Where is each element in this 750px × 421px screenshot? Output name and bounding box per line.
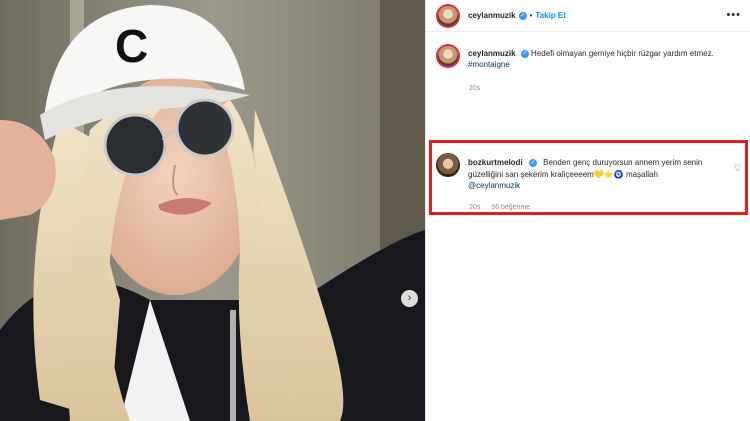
commenter-avatar[interactable] (436, 153, 460, 177)
caption-text-block: ceylanmuzik ✓ Hedefi olmayan gemiye hiçb… (468, 44, 714, 70)
comment-meta: 20s 56 beğenme (469, 204, 539, 211)
verified-badge-icon: ✓ (518, 11, 527, 20)
follow-button[interactable]: Takip Et (535, 11, 566, 20)
post-header: ceylanmuzik ✓ • Takip Et ••• (426, 0, 750, 32)
post-caption: ceylanmuzik ✓ Hedefi olmayan gemiye hiçb… (436, 44, 741, 70)
svg-text:C: C (115, 20, 148, 72)
caption-avatar[interactable] (436, 44, 460, 68)
caption-username[interactable]: ceylanmuzik (468, 49, 516, 58)
author-username[interactable]: ceylanmuzik (468, 11, 516, 20)
caption-text: Hedefi olmayan gemiye hiçbir rüzgar yard… (531, 49, 714, 58)
comment-likes-count[interactable]: 56 beğenme (491, 204, 530, 211)
comment-timestamp[interactable]: 20s (469, 204, 480, 211)
verified-badge-icon: ✓ (528, 158, 537, 167)
woman-portrait-image: C (0, 0, 425, 421)
caption-hashtag[interactable]: #montaigne (468, 59, 714, 70)
comment-mention[interactable]: @ceylanmuzik (468, 180, 726, 192)
author-avatar[interactable] (436, 3, 460, 28)
separator-dot: • (529, 11, 533, 20)
like-heart-icon[interactable]: ♡ (734, 163, 742, 174)
verified-badge-icon: ✓ (520, 49, 529, 58)
post-photo: C › (0, 0, 425, 421)
commenter-username[interactable]: bozkurtmelodi (468, 158, 523, 167)
comment-item: bozkurtmelodi ✓ Benden genç duruyorsun a… (436, 153, 726, 192)
next-photo-button[interactable]: › (401, 290, 418, 307)
caption-timestamp[interactable]: 20s (469, 85, 480, 92)
more-options-icon[interactable]: ••• (726, 9, 741, 21)
comment-text-block: bozkurtmelodi ✓ Benden genç duruyorsun a… (468, 153, 726, 192)
post-sidebar: ceylanmuzik ✓ • Takip Et ••• ceylanmuzik… (425, 0, 750, 421)
